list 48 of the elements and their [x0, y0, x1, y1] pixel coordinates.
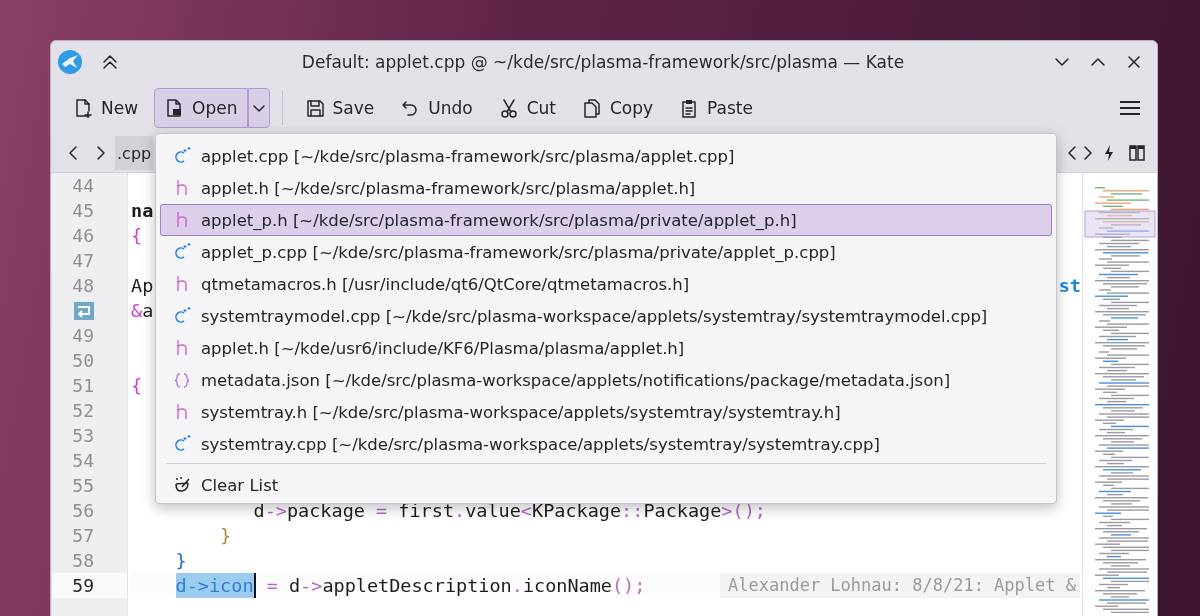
line-number: 58 — [72, 549, 94, 573]
line-number: 57 — [72, 524, 94, 548]
menu-item[interactable]: applet.h [~/kde/usr6/include/KF6/Plasma/plasma/applet.h] — [160, 332, 1052, 364]
menu-item[interactable]: applet.cpp [~/kde/src/plasma-framework/src/plasma/applet.cpp] — [160, 140, 1052, 172]
selected-code: d->icon — [175, 573, 256, 598]
code-text: = d->appletDescription.iconName(); — [265, 574, 646, 598]
menu-item[interactable]: systemtray.cpp [~/kde/src/plasma-workspace/applets/systemtray/systemtray.cpp] — [160, 428, 1052, 460]
tab[interactable]: .cpp — [115, 136, 154, 170]
line-number: 52 — [72, 399, 94, 423]
code-line: } — [174, 549, 187, 573]
line-number: 59 — [72, 574, 94, 598]
line-number: 49 — [72, 324, 94, 348]
blame-annotation: Alexander Lohnau: 8/8/21: Applet & — [720, 573, 1080, 598]
menu-item[interactable]: Clear List — [160, 469, 1052, 501]
line-number: 56 — [72, 499, 94, 523]
menu-item[interactable]: applet.h [~/kde/src/plasma-framework/src/plasma/applet.h] — [160, 172, 1052, 204]
line-number: 53 — [72, 424, 94, 448]
line-number: 48 — [72, 274, 94, 298]
code-line: na — [131, 199, 154, 223]
line-number: 54 — [72, 449, 94, 473]
line-number: 50 — [72, 349, 94, 373]
code-line: { — [131, 224, 143, 248]
code-text: Ap — [131, 274, 154, 298]
menu-item[interactable]: systemtray.h [~/kde/src/plasma-workspace/applets/systemtray/systemtray.h] — [160, 396, 1052, 428]
line-number: 55 — [72, 474, 94, 498]
line-number: 45 — [72, 199, 94, 223]
code-line: } — [219, 524, 232, 548]
code-line: { — [131, 374, 143, 398]
line-number: 51 — [72, 374, 94, 398]
paste-button[interactable]: Paste — [669, 88, 763, 129]
menu-item[interactable]: qtmetamacros.h [/usr/include/qt6/QtCore/qtmetamacros.h] — [160, 268, 1052, 300]
code-text: st — [1058, 274, 1081, 298]
save-button[interactable]: Save — [294, 88, 385, 129]
open-button[interactable]: Open — [154, 88, 248, 129]
code-line: &a — [131, 299, 154, 323]
copy-button[interactable]: Copy — [571, 88, 664, 129]
cut-button[interactable]: Cut — [488, 88, 566, 129]
undo-button[interactable]: Undo — [390, 88, 483, 129]
window-title: Default: applet.cpp @ ~/kde/src/plasma-framework/src/plasma — Kate — [300, 51, 906, 72]
line-number: 46 — [72, 224, 94, 248]
menu-item[interactable]: applet_p.h [~/kde/src/plasma-framework/src/plasma/private/applet_p.h] — [160, 204, 1052, 236]
new-button[interactable]: New — [63, 88, 149, 129]
menu-item[interactable]: metadata.json [~/kde/src/plasma-workspace/applets/notifications/package/metadata.json] — [160, 364, 1052, 396]
code-line: d->package = first.value<KPackage::Package>(); — [252, 499, 766, 523]
line-number: 47 — [72, 249, 94, 273]
line-number: 44 — [72, 174, 94, 198]
menu-item[interactable]: applet_p.cpp [~/kde/src/plasma-framework/src/plasma/private/applet_p.cpp] — [160, 236, 1052, 268]
menu-item[interactable]: systemtraymodel.cpp [~/kde/src/plasma-workspace/applets/systemtray/systemtraymodel.cpp] — [160, 300, 1052, 332]
